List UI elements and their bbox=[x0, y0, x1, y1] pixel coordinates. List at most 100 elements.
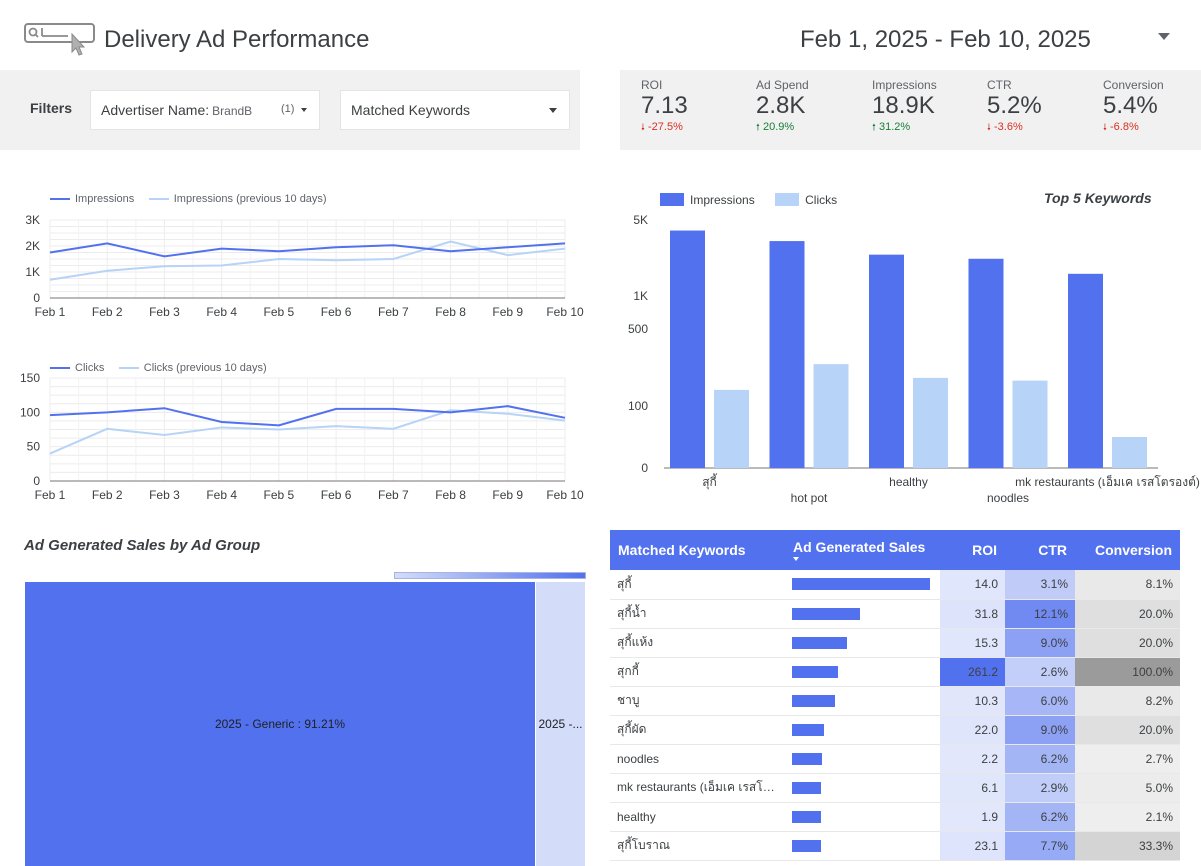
y-tick-label: 5K bbox=[633, 213, 648, 227]
legend-swatch bbox=[148, 197, 169, 200]
conversion-cell: 100.0% bbox=[1075, 657, 1180, 687]
bar-impressions[interactable] bbox=[968, 258, 1004, 468]
arrow-up-icon: 🠕 bbox=[872, 122, 876, 132]
x-tick-label: Feb 8 bbox=[435, 488, 466, 502]
ctr-cell: 7.7% bbox=[1005, 831, 1075, 861]
y-tick-label: 100 bbox=[628, 399, 648, 413]
bar-impressions[interactable] bbox=[869, 254, 904, 468]
bar-impressions[interactable] bbox=[1068, 273, 1103, 468]
sales-bar-cell bbox=[785, 831, 940, 861]
column-header-ad-generated-sales[interactable]: Ad Generated Sales bbox=[785, 530, 940, 570]
impressions-line-chart[interactable]: 0 1K 2K 3K Feb 1 Feb 2 Feb 3 Feb 4 Feb 5 Feb 6 Feb… bbox=[0, 210, 590, 325]
advertiser-name-filter[interactable]: Advertiser Name: BrandB (1) bbox=[90, 90, 320, 130]
roi-cell: 1.9 bbox=[940, 802, 1005, 832]
roi-cell: 14.0 bbox=[940, 570, 1005, 600]
bar-clicks[interactable] bbox=[1112, 437, 1147, 468]
bar-clicks[interactable] bbox=[913, 377, 948, 468]
kpi-ad-spend: Ad Spend 2.8K 🠕 20.9% bbox=[756, 78, 866, 136]
sales-bar bbox=[792, 636, 847, 649]
y-tick-label: 0 bbox=[33, 291, 40, 305]
y-tick-label: 3K bbox=[25, 213, 40, 227]
x-tick-label: Feb 9 bbox=[492, 305, 523, 319]
table-row[interactable]: healthy 1.9 6.2% 2.1% bbox=[610, 802, 1180, 832]
table-row[interactable]: สุกี้ 14.0 3.1% 8.1% bbox=[610, 570, 1180, 600]
column-header-label: Ad Generated Sales bbox=[793, 539, 926, 555]
x-tick-label: Feb 5 bbox=[264, 305, 295, 319]
kpi-impressions: Impressions 18.9K 🠕 31.2% bbox=[872, 78, 982, 136]
keyword-cell: สุกี้โบราณ bbox=[610, 831, 785, 861]
page-title: Delivery Ad Performance bbox=[104, 26, 370, 53]
kpi-label: Conversion bbox=[1103, 78, 1164, 92]
kpi-delta: 🠗 -6.8% bbox=[1103, 120, 1201, 136]
table-row[interactable]: สุกี้น้ำ 31.8 12.1% 20.0% bbox=[610, 599, 1180, 629]
bar-clicks[interactable] bbox=[1012, 380, 1048, 468]
y-tick-label: 2K bbox=[25, 239, 40, 253]
kpi-label: ROI bbox=[641, 78, 663, 92]
bar-clicks[interactable] bbox=[714, 389, 749, 468]
sales-bar bbox=[792, 694, 835, 707]
table-row[interactable]: mk restaurants (เอ็มเค เรสโตรองต์) 6.1 2.9… bbox=[610, 773, 1180, 803]
column-header-conversion[interactable]: Conversion bbox=[1075, 530, 1180, 570]
column-header-roi[interactable]: ROI bbox=[940, 530, 1005, 570]
table-row[interactable]: สุกกี้ 261.2 2.6% 100.0% bbox=[610, 657, 1180, 687]
sort-desc-icon[interactable] bbox=[793, 557, 799, 561]
roi-cell: 261.2 bbox=[940, 657, 1005, 687]
treemap-cell[interactable]: 2025 - Generic : 91.21% bbox=[25, 582, 535, 866]
table-row[interactable]: สุกี้แห้ง 15.3 9.0% 20.0% bbox=[610, 628, 1180, 658]
keywords-table: Matched Keywords Ad Generated Sales ROI … bbox=[610, 530, 1180, 866]
y-tick-label: 0 bbox=[33, 474, 40, 488]
bar-impressions[interactable] bbox=[670, 230, 705, 468]
conversion-cell: 20.0% bbox=[1075, 715, 1180, 745]
bar-impressions[interactable] bbox=[769, 241, 805, 468]
keyword-cell: noodles bbox=[610, 744, 785, 774]
keyword-cell: สุกี้น้ำ bbox=[610, 599, 785, 629]
conversion-cell: 8.1% bbox=[1075, 570, 1180, 600]
legend-swatch bbox=[118, 366, 139, 369]
sales-bar-cell bbox=[785, 773, 940, 803]
chevron-down-icon[interactable] bbox=[1158, 33, 1170, 40]
chevron-down-icon[interactable] bbox=[301, 108, 307, 112]
y-tick-label: 50 bbox=[27, 440, 41, 454]
clicks-line-chart[interactable]: 0 50 100 150 Feb 1 Feb 2 Feb 3 Feb 4 Feb 5 Feb 6 F… bbox=[0, 370, 590, 505]
conversion-cell: 20.0% bbox=[1075, 628, 1180, 658]
table-row[interactable]: สุกี้ผัด 22.0 9.0% 20.0% bbox=[610, 715, 1180, 745]
table-row[interactable]: noodles 2.2 6.2% 2.7% bbox=[610, 744, 1180, 774]
x-tick-label: Feb 9 bbox=[492, 488, 523, 502]
sales-bar-cell bbox=[785, 715, 940, 745]
x-tick-label: Feb 2 bbox=[92, 488, 123, 502]
kpi-ctr: CTR 5.2% 🠗 -3.6% bbox=[987, 78, 1097, 136]
top5-keywords-bar-chart[interactable]: 0 100 500 1K 5K สุกี้ hot pot healthy noodles mk … bbox=[600, 205, 1201, 510]
roi-cell: 22.0 bbox=[940, 715, 1005, 745]
x-tick-label: Feb 5 bbox=[264, 488, 295, 502]
table-row[interactable]: สุกี้โบราณ 23.1 7.7% 33.3% bbox=[610, 831, 1180, 861]
column-header-ctr[interactable]: CTR bbox=[1005, 530, 1075, 570]
column-header-matched-keywords[interactable]: Matched Keywords bbox=[610, 530, 785, 570]
kpi-value: 7.13 bbox=[641, 92, 688, 119]
treemap-cell[interactable]: 2025 -... bbox=[536, 582, 585, 866]
ctr-cell: 2.9% bbox=[1005, 773, 1075, 803]
x-tick-label: Feb 7 bbox=[378, 305, 409, 319]
y-tick-label: 150 bbox=[20, 371, 40, 385]
conversion-cell: 33.3% bbox=[1075, 831, 1180, 861]
ad-group-treemap: 2025 - Generic : 91.21% 2025 -... bbox=[25, 582, 585, 866]
sales-bar bbox=[792, 578, 930, 591]
chevron-down-icon[interactable] bbox=[549, 108, 557, 113]
y-tick-label: 500 bbox=[628, 322, 648, 336]
kpi-scorecards: ROI 7.13 🠗 -27.5% Ad Spend 2.8K 🠕 20.9% Im… bbox=[620, 70, 1201, 150]
roi-cell: 10.3 bbox=[940, 686, 1005, 716]
conversion-cell: 2.1% bbox=[1075, 802, 1180, 832]
roi-cell: 31.8 bbox=[940, 599, 1005, 629]
x-tick-label: healthy bbox=[889, 475, 928, 489]
x-tick-label: สุกี้ bbox=[702, 473, 718, 490]
date-range-selector[interactable]: Feb 1, 2025 - Feb 10, 2025 bbox=[800, 26, 1091, 54]
table-row[interactable]: ชาบู 10.3 6.0% 8.2% bbox=[610, 686, 1180, 716]
arrow-down-icon: 🠗 bbox=[1103, 122, 1107, 132]
kpi-conversion: Conversion 5.4% 🠗 -6.8% bbox=[1103, 78, 1201, 136]
arrow-down-icon: 🠗 bbox=[641, 122, 645, 132]
ctr-cell: 6.2% bbox=[1005, 802, 1075, 832]
kpi-label: CTR bbox=[987, 78, 1012, 92]
bar-clicks[interactable] bbox=[813, 364, 849, 468]
matched-keywords-filter[interactable]: Matched Keywords bbox=[340, 90, 570, 130]
keyword-cell: สุกี้ผัด bbox=[610, 715, 785, 745]
kpi-label: Ad Spend bbox=[756, 78, 809, 92]
